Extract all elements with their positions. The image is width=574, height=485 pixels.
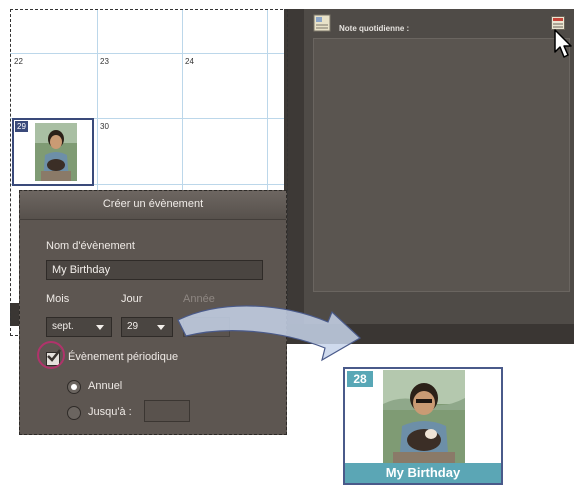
preview-caption: My Birthday	[345, 463, 501, 483]
event-preview-card: 28 My Birthday	[343, 367, 503, 485]
preview-day-number: 28	[347, 371, 373, 387]
event-photo	[383, 370, 465, 466]
